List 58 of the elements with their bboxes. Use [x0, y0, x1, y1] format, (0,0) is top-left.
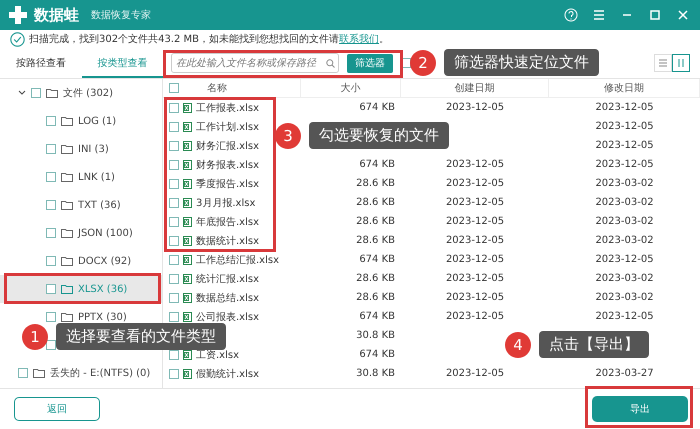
size-text: 674 KB	[359, 102, 395, 113]
size-text: 28.6 KB	[356, 197, 395, 208]
date-text: 2023-12-05	[446, 273, 504, 284]
callout-tooltip: 选择要查看的文件类型	[56, 323, 226, 350]
callout-tooltip: 勾选要恢复的文件	[309, 122, 449, 149]
size-text: 674 KB	[359, 349, 395, 360]
size-text: 674 KB	[359, 159, 395, 170]
date-text: 2023-12-05	[446, 254, 504, 265]
scan-result-text: 扫描完成，找到302个文件共43.2 MB，如未能找到您想找回的文件请联系我们。	[29, 32, 390, 46]
size-text: 28.6 KB	[356, 235, 395, 246]
tree-label: LNK (1)	[78, 172, 115, 182]
date-text: 2023-03-02	[595, 235, 654, 246]
date-text: 2023-12-05	[446, 159, 504, 170]
tree-label: 文件 (302)	[63, 86, 114, 100]
size-text: 30.8 KB	[356, 330, 395, 341]
tree-label: DOCX (92)	[78, 256, 132, 266]
callout-tooltip: 点击【导出】	[539, 331, 649, 358]
date-text: 2023-12-05	[446, 102, 504, 113]
tree-label: LOG (1)	[78, 116, 116, 126]
size-text: 674 KB	[359, 311, 395, 322]
app-subtitle: 数据恢复专家	[91, 8, 151, 22]
date-text: 2023-12-05	[446, 216, 504, 227]
date-text: 2023-12-05	[446, 197, 504, 208]
tree-label: XLSX (36)	[78, 284, 128, 294]
size-text: 30.8 KB	[356, 368, 395, 379]
date-text: 2023-03-02	[595, 292, 654, 303]
tree-label: INI (3)	[78, 144, 109, 154]
tree-label: PPTX (30)	[78, 312, 127, 322]
date-text: 2023-03-02	[595, 197, 654, 208]
tree-label: 丢失的 - E:(NTFS) (0)	[50, 366, 150, 380]
date-text: 2023-12-05	[595, 102, 654, 113]
date-text: 2023-12-05	[446, 235, 504, 246]
date-text: 2023-12-05	[446, 292, 504, 303]
date-text: 2023-12-05	[595, 140, 654, 151]
date-text: 2023-12-05	[446, 311, 504, 322]
size-text: 28.6 KB	[356, 178, 395, 189]
callout-tooltip: 筛选器快速定位文件	[444, 49, 599, 76]
step-number: 2	[410, 50, 436, 76]
size-text: 28.6 KB	[356, 273, 395, 284]
date-text: 2023-03-27	[595, 368, 654, 379]
date-text: 2023-12-05	[595, 121, 654, 132]
tree-label: JSON (100)	[78, 228, 133, 238]
app-name: 数据蛙	[34, 6, 79, 24]
date-text: 2023-12-05	[446, 178, 504, 189]
date-text: 2023-12-05	[446, 368, 504, 379]
step-number: 3	[275, 122, 301, 148]
date-text: 2023-12-05	[595, 311, 654, 322]
size-text: 28.6 KB	[356, 292, 395, 303]
date-text: 2023-03-02	[595, 273, 654, 284]
date-text: 2023-12-05	[595, 254, 654, 265]
date-text: 2023-03-02	[595, 216, 654, 227]
size-text: 28.6 KB	[356, 216, 395, 227]
size-text: 674 KB	[359, 254, 395, 265]
date-text: 2023-12-05	[595, 159, 654, 170]
date-text: 2023-03-02	[595, 178, 654, 189]
tree-label: TXT (36)	[78, 200, 121, 210]
step-number: 1	[22, 324, 48, 350]
step-number: 4	[505, 332, 531, 358]
